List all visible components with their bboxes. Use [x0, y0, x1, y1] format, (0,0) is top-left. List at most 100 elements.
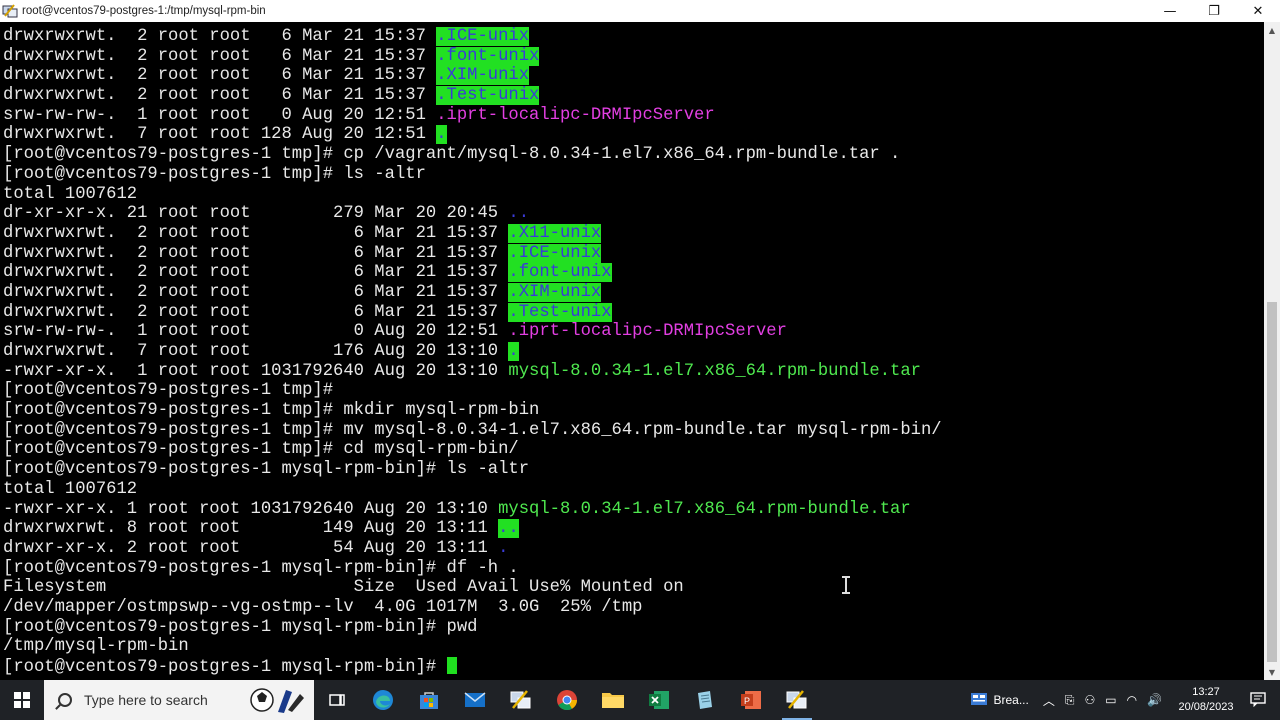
start-button[interactable] — [0, 680, 44, 720]
terminal-line: [root@vcentos79-postgres-1 tmp]# mkdir m… — [3, 401, 942, 421]
terminal-line: Filesystem Size Used Avail Use% Mounted … — [3, 578, 942, 598]
terminal-line: drwxrwxrwt. 7 root root 176 Aug 20 13:10… — [3, 342, 942, 362]
usb-icon[interactable]: ⎘ — [1065, 693, 1075, 708]
terminal-text: /tmp/mysql-rpm-bin — [3, 637, 189, 657]
executable-entry: mysql-8.0.34-1.el7.x86_64.rpm-bundle.tar — [498, 499, 911, 519]
directory-entry-highlighted: .font-unix — [508, 263, 612, 283]
directory-entry-highlighted: . — [508, 342, 519, 361]
terminal-line: drwxrwxrwt. 2 root root 6 Mar 21 15:37 .… — [3, 263, 942, 283]
search-icon — [58, 693, 72, 707]
terminal-line: [root@vcentos79-postgres-1 tmp]# ls -alt… — [3, 165, 942, 185]
directory-entry-highlighted: .font-unix — [436, 46, 540, 66]
terminal-lines: drwxrwxrwt. 2 root root 6 Mar 21 15:37 .… — [3, 27, 942, 677]
terminal-text: Filesystem Size Used Avail Use% Mounted … — [3, 578, 684, 598]
close-button[interactable]: ✕ — [1236, 0, 1280, 22]
excel-icon[interactable] — [636, 680, 682, 720]
terminal-line: [root@vcentos79-postgres-1 mysql-rpm-bin… — [3, 657, 942, 677]
terminal-text: drwxrwxrwt. 7 root root 128 Aug 20 12:51 — [3, 125, 437, 145]
directory-entry: . — [498, 538, 509, 558]
directory-entry: .. — [508, 204, 530, 224]
taskbar-search-box[interactable]: Type here to search — [44, 680, 314, 720]
socket-entry: .iprt-localipc-DRMIpcServer — [436, 105, 715, 125]
people-icon[interactable]: ⚇ — [1084, 693, 1095, 707]
terminal-line: [root@vcentos79-postgres-1 tmp]# mv mysq… — [3, 421, 942, 441]
terminal-text: [root@vcentos79-postgres-1 tmp]# cd mysq… — [3, 440, 519, 460]
chrome-icon[interactable] — [544, 680, 590, 720]
terminal-text: [root@vcentos79-postgres-1 mysql-rpm-bin… — [3, 658, 447, 677]
directory-entry-highlighted: .XIM-unix — [508, 282, 602, 302]
terminal-line: drwxrwxrwt. 8 root root 149 Aug 20 13:11… — [3, 519, 942, 539]
terminal-text: [root@vcentos79-postgres-1 tmp]# mv mysq… — [3, 420, 942, 440]
terminal-cursor — [446, 657, 457, 674]
volume-icon[interactable]: 🔊 — [1147, 693, 1162, 707]
terminal-line: drwxrwxrwt. 2 root root 6 Mar 21 15:37 .… — [3, 27, 942, 47]
directory-entry-highlighted: .. — [498, 519, 519, 539]
scroll-down-arrow-icon[interactable]: ▼ — [1264, 664, 1280, 680]
terminal-line: [root@vcentos79-postgres-1 mysql-rpm-bin… — [3, 460, 942, 480]
window-title-bar[interactable]: root@vcentos79-postgres-1:/tmp/mysql-rpm… — [0, 0, 1280, 22]
battery-icon[interactable]: ▭ — [1105, 693, 1116, 707]
wifi-icon[interactable]: ◠ — [1127, 693, 1137, 707]
terminal-text: drwxrwxrwt. 2 root root 6 Mar 21 15:37 — [3, 46, 437, 66]
terminal-line: [root@vcentos79-postgres-1 mysql-rpm-bin… — [3, 618, 942, 638]
weather-text[interactable]: Brea... — [993, 693, 1028, 707]
terminal-text: drwxrwxrwt. 2 root root 6 Mar 21 15:37 — [3, 243, 509, 263]
terminal-text: [root@vcentos79-postgres-1 tmp]# cp /vag… — [3, 145, 901, 165]
maximize-button[interactable]: ❐ — [1192, 0, 1236, 22]
terminal-text: -rwxr-xr-x. 1 root root 1031792640 Aug 2… — [3, 361, 509, 381]
putty-icon-1[interactable] — [498, 680, 544, 720]
terminal-line: drwxr-xr-x. 2 root root 54 Aug 20 13:11 … — [3, 539, 942, 559]
terminal-line: [root@vcentos79-postgres-1 mysql-rpm-bin… — [3, 559, 942, 579]
terminal-line: /tmp/mysql-rpm-bin — [3, 637, 942, 657]
directory-entry-highlighted: .ICE-unix — [436, 27, 530, 46]
terminal-line: dr-xr-xr-x. 21 root root 279 Mar 20 20:4… — [3, 204, 942, 224]
terminal-text: dr-xr-xr-x. 21 root root 279 Mar 20 20:4… — [3, 204, 509, 224]
task-view-icon[interactable] — [314, 680, 360, 720]
notepad-app-icon[interactable] — [682, 680, 728, 720]
terminal-text: total 1007612 — [3, 479, 138, 499]
terminal-output[interactable]: drwxrwxrwt. 2 root root 6 Mar 21 15:37 .… — [0, 22, 1264, 680]
search-placeholder: Type here to search — [84, 692, 208, 708]
terminal-text: drwxrwxrwt. 2 root root 6 Mar 21 15:37 — [3, 263, 509, 283]
mail-icon[interactable] — [452, 680, 498, 720]
system-tray: Brea... ︿ ⎘ ⚇ ▭ ◠ 🔊 13:27 20/08/2023 — [965, 680, 1280, 720]
terminal-line: drwxrwxrwt. 7 root root 128 Aug 20 12:51… — [3, 125, 942, 145]
terminal-text: drwxr-xr-x. 2 root root 54 Aug 20 13:11 — [3, 538, 499, 558]
terminal-line: [root@vcentos79-postgres-1 tmp]# cd mysq… — [3, 440, 942, 460]
windows-logo-icon — [14, 692, 30, 708]
putty-app-icon[interactable] — [2, 3, 18, 19]
edge-browser-icon[interactable] — [360, 680, 406, 720]
microsoft-store-icon[interactable] — [406, 680, 452, 720]
terminal-line: drwxrwxrwt. 2 root root 6 Mar 21 15:37 .… — [3, 66, 942, 86]
taskbar: Type here to search P Brea... ︿ ⎘ ⚇ ▭ ◠ … — [0, 680, 1280, 720]
terminal-text: drwxrwxrwt. 2 root root 6 Mar 21 15:37 — [3, 66, 437, 86]
terminal-line: drwxrwxrwt. 2 root root 6 Mar 21 15:37 .… — [3, 302, 942, 323]
terminal-text: srw-rw-rw-. 1 root root 0 Aug 20 12:51 — [3, 105, 437, 125]
putty-icon-2-active[interactable] — [774, 680, 820, 720]
terminal-text: drwxrwxrwt. 2 root root 6 Mar 21 15:37 — [3, 223, 509, 243]
svg-text:P: P — [744, 696, 750, 706]
terminal-line: total 1007612 — [3, 480, 942, 500]
terminal-text: drwxrwxrwt. 8 root root 149 Aug 20 13:11 — [3, 519, 499, 539]
terminal-line: /dev/mapper/ostmpswp--vg-ostmp--lv 4.0G … — [3, 598, 942, 618]
terminal-line: drwxrwxrwt. 2 root root 6 Mar 21 15:37 .… — [3, 243, 942, 264]
terminal-text: total 1007612 — [3, 184, 138, 204]
terminal-text: /dev/mapper/ostmpswp--vg-ostmp--lv 4.0G … — [3, 597, 643, 617]
directory-entry-highlighted: .Test-unix — [508, 302, 612, 322]
file-explorer-icon[interactable] — [590, 680, 636, 720]
notifications-icon[interactable] — [1250, 691, 1266, 710]
scroll-up-arrow-icon[interactable]: ▲ — [1264, 22, 1280, 38]
minimize-button[interactable]: — — [1148, 0, 1192, 22]
terminal-line: drwxrwxrwt. 2 root root 6 Mar 21 15:37 .… — [3, 46, 942, 67]
weather-icon[interactable] — [970, 692, 988, 709]
terminal-scrollbar[interactable]: ▲ ▼ — [1264, 22, 1280, 680]
clock[interactable]: 13:27 20/08/2023 — [1173, 685, 1239, 715]
directory-entry-highlighted: .X11-unix — [508, 223, 602, 243]
terminal-text: srw-rw-rw-. 1 root root 0 Aug 20 12:51 — [3, 322, 509, 342]
text-cursor-icon — [840, 576, 852, 594]
clock-date: 20/08/2023 — [1178, 701, 1234, 713]
search-highlight-art-icon — [250, 688, 304, 713]
chevron-up-icon[interactable]: ︿ — [1043, 692, 1055, 709]
powerpoint-icon[interactable]: P — [728, 680, 774, 720]
scrollbar-thumb[interactable] — [1267, 302, 1277, 662]
